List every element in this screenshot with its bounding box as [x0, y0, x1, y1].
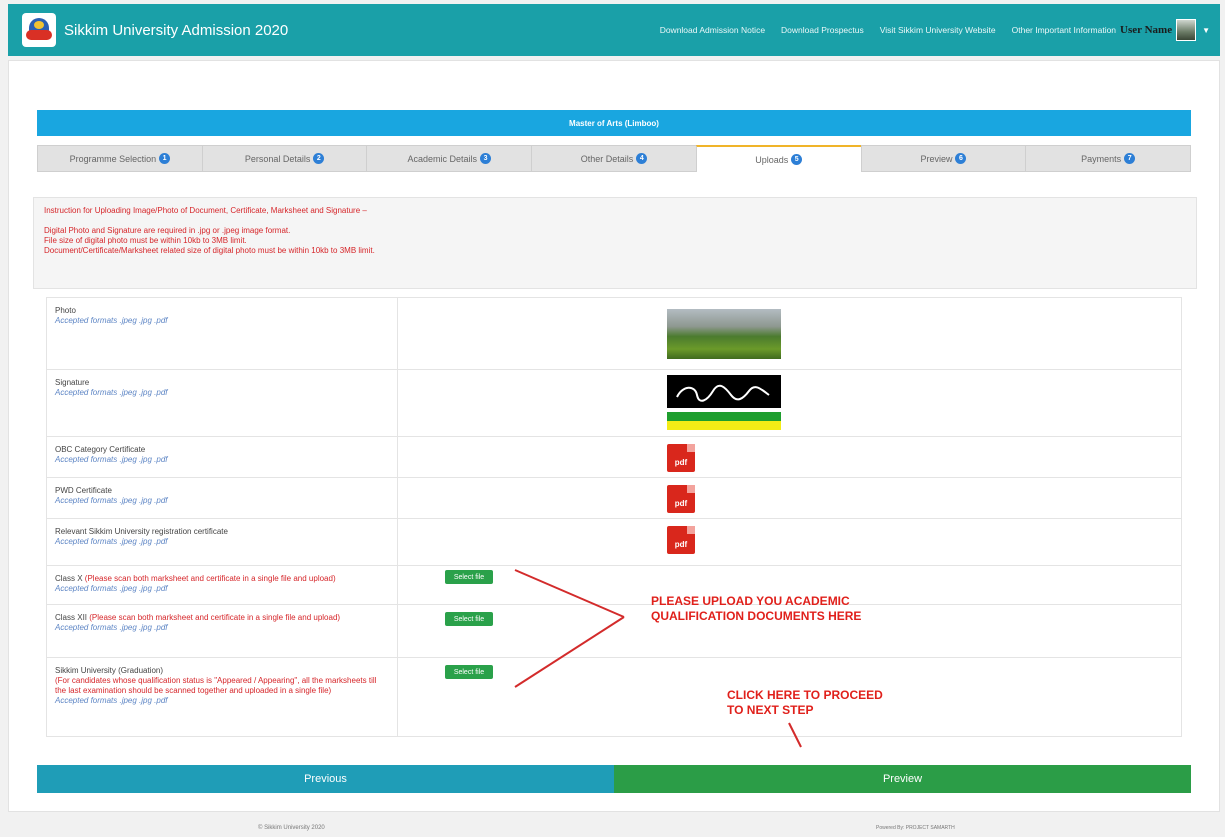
proceed-annotation: CLICK HERE TO PROCEED TO NEXT STEP [727, 688, 883, 717]
footer-powered-by: Powered By: PROJECT SAMARTH [876, 825, 955, 831]
header-nav: Download Admission Notice Download Prosp… [660, 25, 1116, 35]
footer-copyright: © Sikkim University 2020 [258, 825, 325, 831]
avatar[interactable] [1176, 19, 1197, 41]
main-card: Master of Arts (Limboo) Programme Select… [8, 60, 1220, 812]
nav-visit-university-website[interactable]: Visit Sikkim University Website [880, 25, 996, 35]
previous-button[interactable]: Previous [37, 765, 614, 793]
nav-download-prospectus[interactable]: Download Prospectus [781, 25, 864, 35]
top-header: Sikkim University Admission 2020 Downloa… [8, 4, 1220, 56]
app-title[interactable]: Sikkim University Admission 2020 [64, 22, 288, 39]
preview-button[interactable]: Preview [614, 765, 1191, 793]
university-logo[interactable] [22, 13, 56, 47]
annotation-arrows [514, 569, 802, 748]
upload-annotation: PLEASE UPLOAD YOU ACADEMIC QUALIFICATION… [651, 594, 862, 623]
nav-download-admission-notice[interactable]: Download Admission Notice [660, 25, 765, 35]
user-name[interactable]: User Name [1120, 24, 1172, 36]
chevron-down-icon[interactable]: ▼ [1202, 26, 1210, 35]
nav-other-important-information[interactable]: Other Important Information [1012, 25, 1116, 35]
